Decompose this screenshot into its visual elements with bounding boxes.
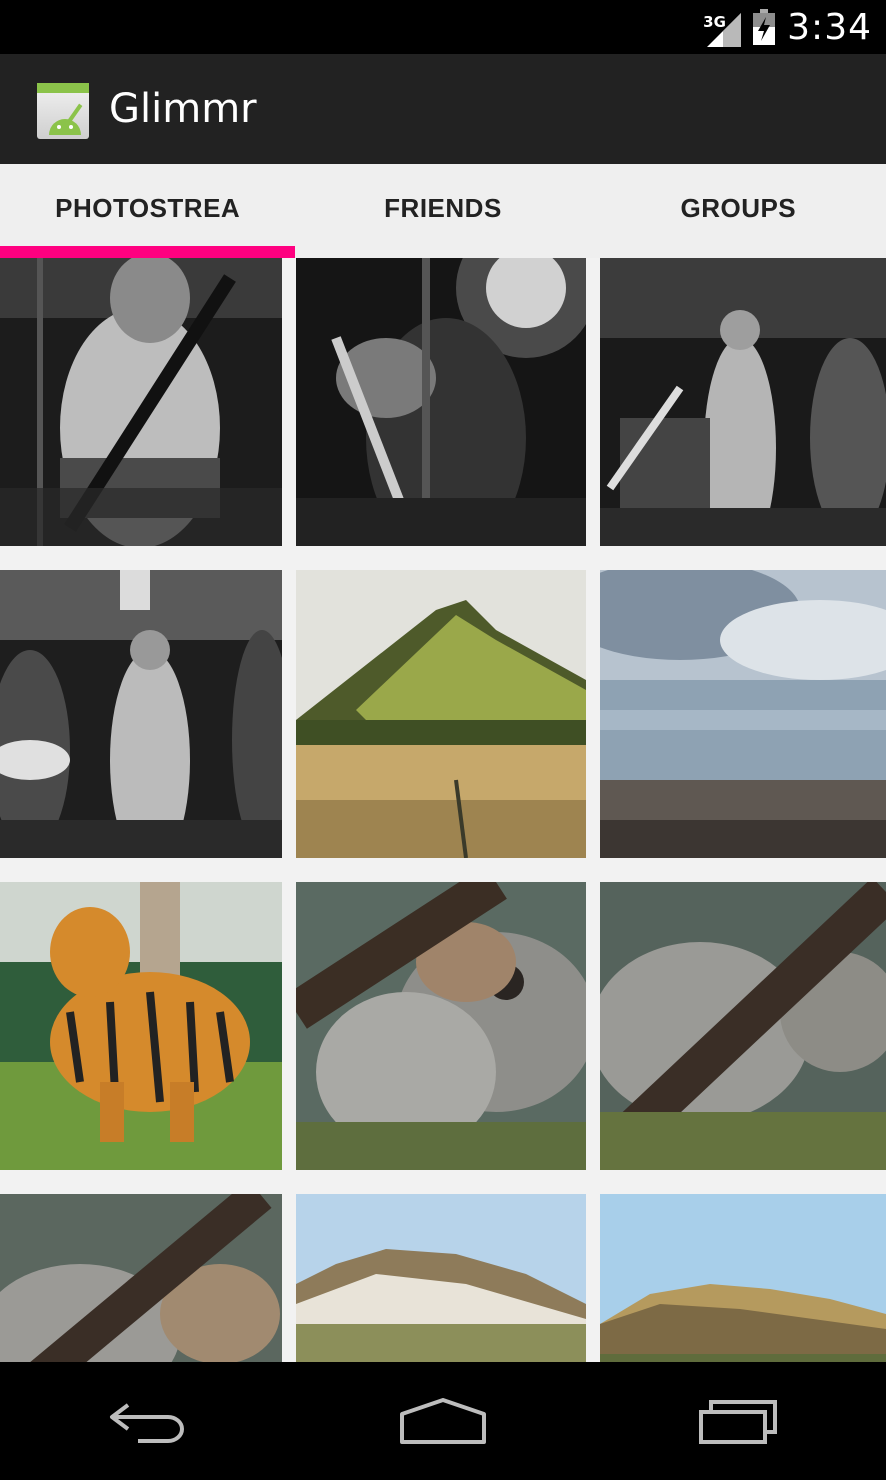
photo-thumbnail[interactable] xyxy=(600,1194,886,1362)
photo-thumbnail[interactable] xyxy=(0,570,282,858)
signal-icon: 3G xyxy=(703,7,742,47)
tab-label: PHOTOSTREA xyxy=(55,192,241,223)
photo-thumbnail[interactable] xyxy=(296,882,586,1170)
network-type: 3G xyxy=(703,13,726,31)
photo-thumbnail[interactable] xyxy=(0,882,282,1170)
tab-photostream[interactable]: PHOTOSTREA xyxy=(0,164,296,258)
home-icon[interactable] xyxy=(383,1391,503,1451)
navigation-bar xyxy=(0,1362,886,1480)
photo-grid xyxy=(0,258,886,1362)
status-bar: 3G 3:34 xyxy=(0,0,886,54)
status-icons: 3G 3:34 xyxy=(703,0,872,54)
tab-bar: PHOTOSTREA FRIENDS GROUPS xyxy=(0,164,886,258)
photo-thumbnail[interactable] xyxy=(296,258,586,546)
photo-thumbnail[interactable] xyxy=(296,570,586,858)
photo-thumbnail[interactable] xyxy=(296,1194,586,1362)
photo-thumbnail[interactable] xyxy=(600,570,886,858)
tab-selected-indicator xyxy=(0,246,296,258)
battery-icon xyxy=(753,9,776,45)
tab-label: FRIENDS xyxy=(384,192,502,223)
photo-thumbnail[interactable] xyxy=(0,258,282,546)
tab-groups[interactable]: GROUPS xyxy=(591,164,886,258)
clock: 3:34 xyxy=(787,6,872,48)
android-icon[interactable] xyxy=(37,79,89,139)
photo-thumbnail[interactable] xyxy=(0,1194,282,1362)
app-title: Glimmr xyxy=(109,86,257,132)
photo-thumbnail[interactable] xyxy=(600,882,886,1170)
back-icon[interactable] xyxy=(88,1391,208,1451)
recent-apps-icon[interactable] xyxy=(678,1391,798,1451)
tab-label: GROUPS xyxy=(680,192,797,223)
tab-friends[interactable]: FRIENDS xyxy=(295,164,590,258)
action-bar: Glimmr xyxy=(0,54,886,164)
photo-thumbnail[interactable] xyxy=(600,258,886,546)
